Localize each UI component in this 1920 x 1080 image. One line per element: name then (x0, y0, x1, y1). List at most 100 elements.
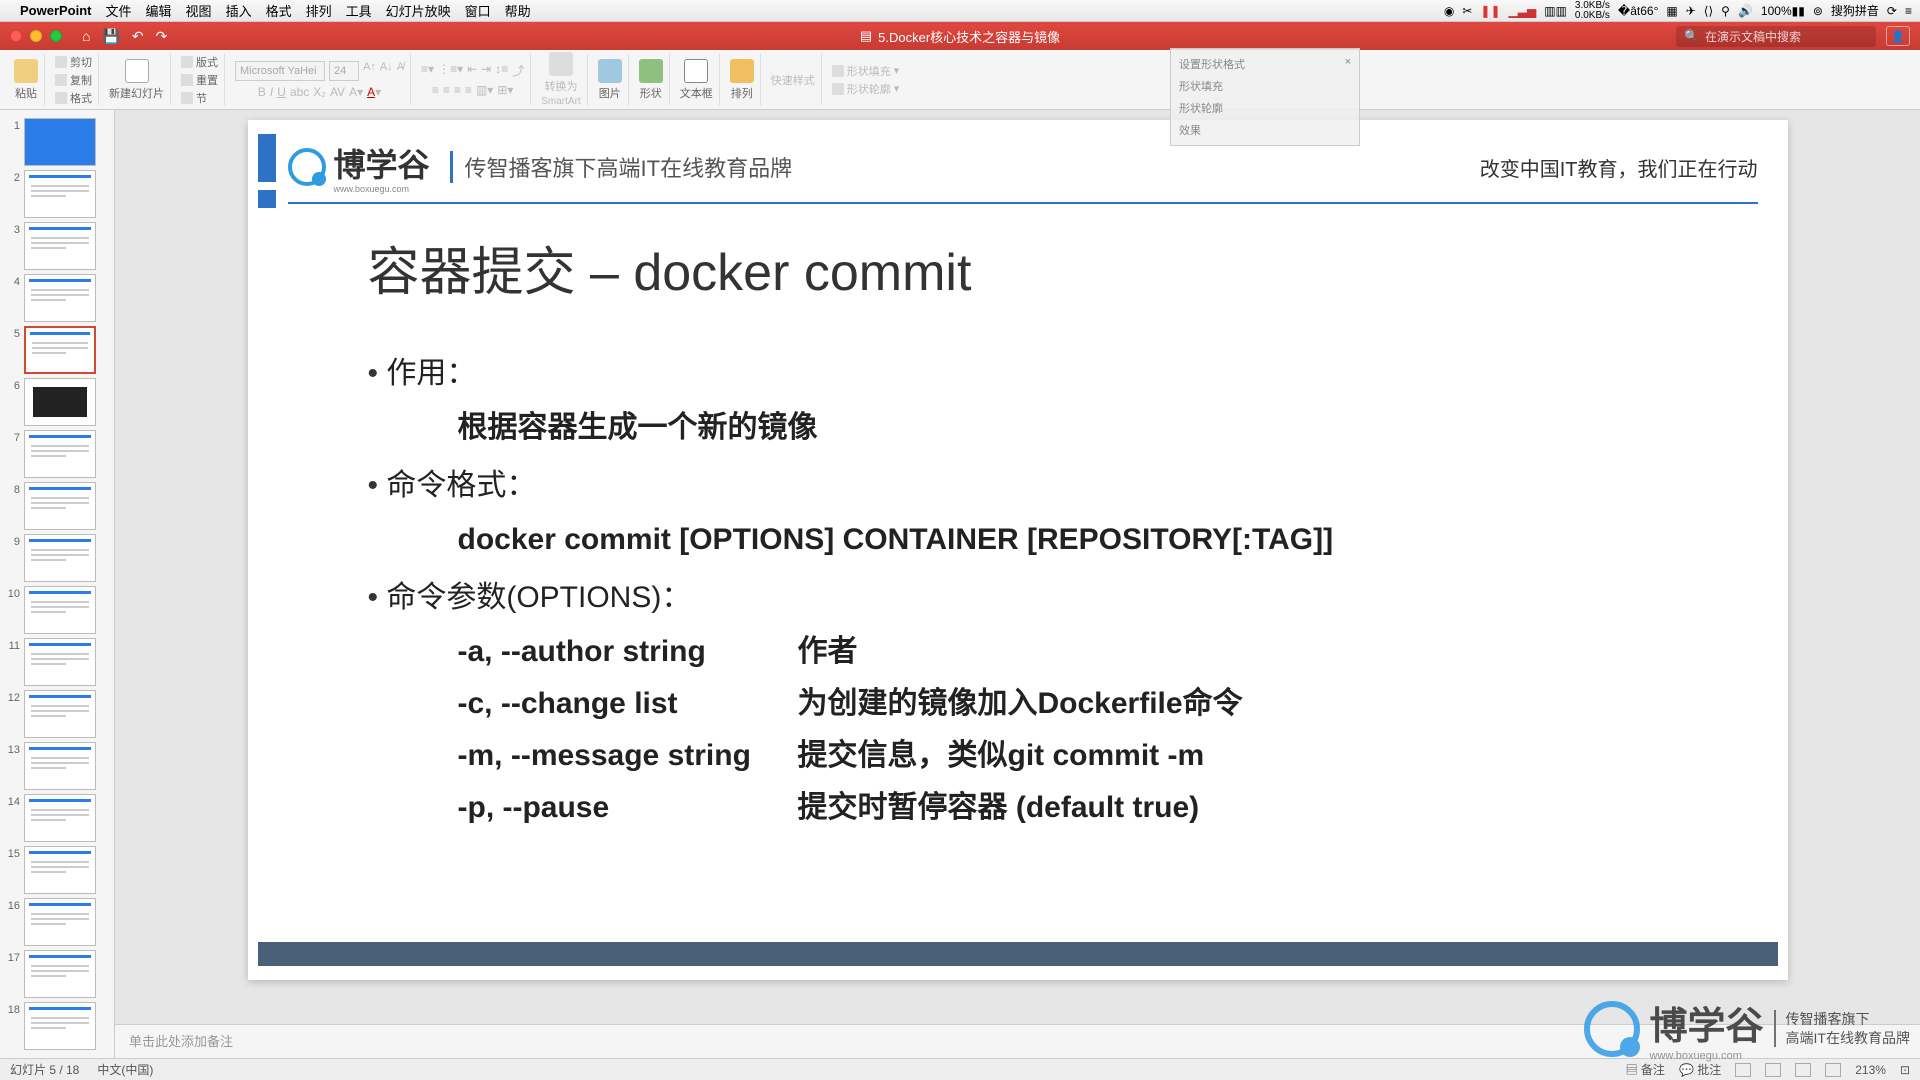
thumbnail-row[interactable]: 9 (0, 532, 114, 584)
copy-button[interactable]: 复制 (55, 72, 92, 88)
notes-toggle[interactable]: ▤ 备注 (1626, 1061, 1665, 1078)
thumbnail-row[interactable]: 18 (0, 1000, 114, 1052)
thumbnail-18[interactable] (24, 1002, 96, 1050)
thumbnail-row[interactable]: 2 (0, 168, 114, 220)
thumbnail-1[interactable] (24, 118, 96, 166)
menu-insert[interactable]: 插入 (226, 1, 252, 20)
slideshow-view-button[interactable] (1825, 1063, 1841, 1077)
normal-view-button[interactable] (1735, 1063, 1751, 1077)
sorter-view-button[interactable] (1765, 1063, 1781, 1077)
thumbnail-row[interactable]: 13 (0, 740, 114, 792)
thumbnail-10[interactable] (24, 586, 96, 634)
share-button[interactable]: 👤 (1886, 26, 1910, 46)
panel-effects[interactable]: 效果 (1175, 119, 1355, 141)
line-spacing-button[interactable]: ↕≡ (495, 62, 508, 79)
graph-icon[interactable]: ▁▃▅ (1509, 4, 1537, 18)
menu-window[interactable]: 窗口 (465, 1, 491, 20)
search-box[interactable]: 🔍 在演示文稿中搜索 (1676, 26, 1876, 47)
reading-view-button[interactable] (1795, 1063, 1811, 1077)
redo-icon[interactable]: ↷ (156, 28, 168, 45)
font-name-input[interactable] (235, 61, 325, 81)
strike-button[interactable]: abc (290, 85, 309, 99)
thumbnail-7[interactable] (24, 430, 96, 478)
bold-button[interactable]: B (258, 85, 266, 99)
thumbnail-row[interactable]: 6 (0, 376, 114, 428)
thumbnail-row[interactable]: 4 (0, 272, 114, 324)
battery-indicator[interactable]: 100% ▮▮ (1761, 4, 1805, 18)
thumbnail-6[interactable] (24, 378, 96, 426)
notes-pane[interactable]: 单击此处添加备注 (115, 1024, 1920, 1058)
thumbnail-16[interactable] (24, 898, 96, 946)
thumbnail-row[interactable]: 7 (0, 428, 114, 480)
thumbnail-row[interactable]: 14 (0, 792, 114, 844)
reset-button[interactable]: 重置 (181, 72, 218, 88)
shape-fill-button[interactable]: 形状填充 ▾ (832, 63, 900, 79)
thumbnail-2[interactable] (24, 170, 96, 218)
paste-button[interactable]: 粘贴 (14, 59, 38, 101)
new-slide-button[interactable]: 新建幻灯片 (109, 59, 164, 101)
format-shape-panel[interactable]: 设置形状格式× 形状填充 形状轮廓 效果 (1170, 48, 1360, 146)
thumbnail-17[interactable] (24, 950, 96, 998)
underline-button[interactable]: U (277, 85, 286, 99)
panel-fill[interactable]: 形状填充 (1175, 75, 1355, 97)
align-right-button[interactable]: ≡ (454, 83, 461, 97)
tray-icon-3[interactable]: ⟨⟩ (1704, 4, 1713, 18)
thumbnail-9[interactable] (24, 534, 96, 582)
save-icon[interactable]: 💾 (102, 28, 119, 45)
shape-outline-button[interactable]: 形状轮廓 ▾ (832, 81, 900, 97)
tray-icon-1[interactable]: ▦ (1666, 4, 1677, 18)
spacing-button[interactable]: AV (330, 85, 345, 99)
thumbnail-13[interactable] (24, 742, 96, 790)
thumbnail-row[interactable]: 3 (0, 220, 114, 272)
thumbnail-row[interactable]: 11 (0, 636, 114, 688)
thumbnail-3[interactable] (24, 222, 96, 270)
thumbnail-row[interactable]: 1 (0, 116, 114, 168)
thumbnail-row[interactable]: 10 (0, 584, 114, 636)
thumbnail-row[interactable]: 12 (0, 688, 114, 740)
indent-right-button[interactable]: ⇥ (481, 62, 491, 79)
tray-icon-2[interactable]: ✈ (1686, 4, 1696, 18)
smartart-button[interactable]: 转换为 SmartArt (541, 52, 580, 107)
menu-slideshow[interactable]: 幻灯片放映 (386, 1, 451, 20)
thumbnail-row[interactable]: 5 (0, 324, 114, 376)
menu-arrange[interactable]: 排列 (306, 1, 332, 20)
obs-icon[interactable]: ◉ (1444, 4, 1454, 18)
fit-window-button[interactable]: ⊡ (1900, 1063, 1910, 1077)
slide-canvas[interactable]: 博学谷 www.boxuegu.com 传智播客旗下高端IT在线教育品牌 改变中… (248, 120, 1788, 980)
quickstyle-button[interactable]: 快速样式 (771, 72, 815, 88)
volume-icon[interactable]: 🔊 (1738, 4, 1753, 18)
shapes-button[interactable]: 形状 (639, 59, 663, 101)
slide-counter[interactable]: 幻灯片 5 / 18 (10, 1061, 79, 1078)
layout-button[interactable]: 版式 (181, 54, 218, 70)
section-button[interactable]: 节 (181, 90, 218, 106)
thumbnail-4[interactable] (24, 274, 96, 322)
thumbnail-row[interactable]: 15 (0, 844, 114, 896)
menu-edit[interactable]: 编辑 (146, 1, 172, 20)
comments-toggle[interactable]: 💬 批注 (1679, 1061, 1721, 1078)
scissors-icon[interactable]: ✂ (1462, 4, 1472, 18)
format-painter-button[interactable]: 格式 (55, 90, 92, 106)
bars-icon[interactable]: ▥▥ (1544, 4, 1567, 18)
home-icon[interactable]: ⌂ (82, 28, 90, 45)
thumbnail-row[interactable]: 16 (0, 896, 114, 948)
panel-close-icon[interactable]: × (1345, 56, 1351, 72)
thumbnail-15[interactable] (24, 846, 96, 894)
align-left-button[interactable]: ≡ (432, 83, 439, 97)
thumbnail-row[interactable]: 17 (0, 948, 114, 1000)
panel-outline[interactable]: 形状轮廓 (1175, 97, 1355, 119)
picture-button[interactable]: 图片 (598, 59, 622, 101)
justify-button[interactable]: ≡ (465, 83, 472, 97)
thumbnail-row[interactable]: 8 (0, 480, 114, 532)
italic-button[interactable]: I (270, 85, 273, 99)
undo-icon[interactable]: ↶ (132, 28, 144, 45)
tray-icon-4[interactable]: ⚲ (1721, 4, 1730, 18)
menu-file[interactable]: 文件 (106, 1, 132, 20)
decrease-font-icon[interactable]: A↓ (380, 61, 393, 81)
indent-left-button[interactable]: ⇤ (467, 62, 477, 79)
arrange-button[interactable]: 排列 (730, 59, 754, 101)
font-color-button[interactable]: A▾ (367, 85, 381, 99)
align-center-button[interactable]: ≡ (443, 83, 450, 97)
menu-view[interactable]: 视图 (186, 1, 212, 20)
menu-tools[interactable]: 工具 (346, 1, 372, 20)
thumbnail-14[interactable] (24, 794, 96, 842)
